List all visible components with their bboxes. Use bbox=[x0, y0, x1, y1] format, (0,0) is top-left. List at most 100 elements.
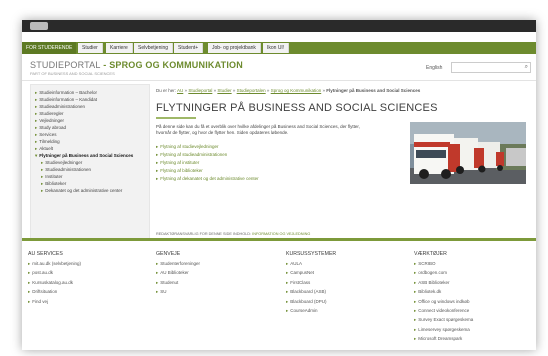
tab-selvbetjening[interactable]: Selvbetjening bbox=[134, 43, 174, 53]
top-bar bbox=[22, 20, 536, 32]
sidebar-item[interactable]: ▸ Studieregler bbox=[35, 111, 64, 117]
footer-link-label: FirstClass bbox=[290, 279, 311, 285]
bullet-icon: ▾ bbox=[35, 153, 38, 158]
bullet-icon: ▸ bbox=[41, 167, 44, 172]
footer-link[interactable]: ▸ Blackboard (ASB) bbox=[286, 289, 336, 295]
responsible-link[interactable]: INFORMATION OG VEJLEDNING bbox=[252, 232, 310, 236]
footer-link-label: Driftsituation bbox=[32, 289, 58, 295]
language-link[interactable]: English bbox=[426, 65, 442, 71]
sidebar-item[interactable]: ▸ Aktuelt bbox=[35, 146, 53, 152]
portal-name: SPROG OG KOMMUNIKATION bbox=[109, 60, 243, 70]
tab-job-og-projektbank[interactable]: Job- og projektbank bbox=[208, 43, 261, 53]
footer-link[interactable]: ▸ Blackboard (DPU) bbox=[286, 299, 336, 305]
bullet-icon: ▸ bbox=[28, 261, 31, 266]
bullet-icon: ▸ bbox=[156, 152, 159, 157]
bullet-icon: ▸ bbox=[28, 289, 31, 295]
sidebar-subitem[interactable]: ▸ Studieadministrationen bbox=[41, 167, 91, 173]
nav-section-label[interactable]: FOR STUDERENDE bbox=[22, 42, 77, 54]
footer-link[interactable]: ▸ CourseAdmin bbox=[286, 308, 336, 314]
footer-link[interactable]: ▸ FirstClass bbox=[286, 280, 336, 286]
search-input[interactable]: ⌕ bbox=[451, 62, 531, 73]
sidebar-item[interactable]: ▸ Vejledninger bbox=[35, 118, 64, 124]
footer-link[interactable]: ▸ post.au.dk bbox=[28, 270, 81, 276]
tab-karriere[interactable]: Karriere bbox=[106, 43, 133, 53]
portal-subtitle: PART OF BUSINESS AND SOCIAL SCIENCES bbox=[30, 71, 115, 76]
portal-prefix: STUDIEPORTAL bbox=[30, 60, 101, 70]
list-item-link[interactable]: ▸ Flytning af studievejledninger bbox=[156, 144, 219, 150]
footer-link-label: CampusNet bbox=[290, 270, 315, 276]
breadcrumb-link[interactable]: AU bbox=[177, 88, 183, 93]
sidebar-item-label: Study abroad bbox=[39, 125, 67, 130]
footer-link[interactable]: ▸ Bibliotek.dk bbox=[414, 289, 473, 295]
footer-column: GENVEJE ▸ Studenterforeninger ▸ AU Bibliot… bbox=[156, 251, 200, 299]
list-item-link[interactable]: ▸ Flytning af instituter bbox=[156, 160, 199, 166]
footer-link[interactable]: ▸ Driftsituation bbox=[28, 289, 81, 295]
sidebar-item[interactable]: ▸ Tilmelding bbox=[35, 139, 60, 145]
bullet-icon: ▸ bbox=[35, 90, 38, 95]
sidebar-item[interactable]: ▸ Studieadministrationen bbox=[35, 104, 85, 110]
sidebar-item[interactable]: ▸ Study abroad bbox=[35, 125, 66, 131]
footer-link[interactable]: ▸ Studenut bbox=[156, 280, 200, 286]
footer-link-label: ASB Biblioteker bbox=[418, 279, 450, 285]
link-label: Flytning af biblioteker bbox=[160, 168, 203, 173]
breadcrumb-link[interactable]: Sprog og Kommunikation bbox=[271, 88, 322, 93]
footer-link[interactable]: ▸ Studenterforeninger bbox=[156, 261, 200, 267]
list-item-link[interactable]: ▸ Flytning af studieadministrationen bbox=[156, 152, 227, 158]
tab-studier[interactable]: Studier bbox=[78, 43, 103, 53]
breadcrumb-link[interactable]: Studier bbox=[217, 88, 231, 93]
sidebar-item[interactable]: ▸ Studieinformation – Bachelor bbox=[35, 90, 97, 96]
bullet-icon: ▸ bbox=[286, 279, 289, 285]
main-content: Du er her: AU » Studieportal » Studier »… bbox=[156, 84, 528, 244]
magnifier-icon[interactable]: ⌕ bbox=[525, 64, 528, 71]
footer-link[interactable]: ▸ Find vej bbox=[28, 299, 81, 305]
sidebar-subitem[interactable]: ▸ Biblioteker bbox=[41, 181, 66, 187]
footer-link[interactable]: ▸ Survey Exact spørgeskema bbox=[414, 317, 473, 323]
footer-column: VÆRKTØJER ▸ SCRIBO ▸ ordbogen.com ▸ ASB Bib… bbox=[414, 251, 473, 346]
footer-link[interactable]: ▸ AULA bbox=[286, 261, 336, 267]
footer-link-label: Limeservey spørgeskema bbox=[418, 326, 470, 332]
footer-link[interactable]: ▸ SU bbox=[156, 289, 200, 295]
list-item-link[interactable]: ▸ Flytning af biblioteker bbox=[156, 168, 203, 174]
footer-heading: KURSUSSYSTEMER bbox=[286, 251, 337, 257]
footer-link[interactable]: ▸ Connect videokonference bbox=[414, 308, 473, 314]
footer-link[interactable]: ▸ ASB Biblioteker bbox=[414, 280, 473, 286]
sidebar-subitem[interactable]: ▸ Dekanatet og det administrative center bbox=[41, 188, 122, 194]
breadcrumb-link[interactable]: Studieportalen bbox=[237, 88, 266, 93]
footer-link[interactable]: ▸ ordbogen.com bbox=[414, 270, 473, 276]
breadcrumb-link[interactable]: Studieportal bbox=[188, 88, 212, 93]
link-label: Flytning af studievejledninger bbox=[160, 144, 219, 149]
footer-link[interactable]: ▸ Microsoft Dreamspark bbox=[414, 336, 473, 342]
footer-link[interactable]: ▸ SCRIBO bbox=[414, 261, 473, 267]
bullet-icon: ▸ bbox=[414, 298, 417, 304]
footer-link[interactable]: ▸ Kursuskatalog.au.dk bbox=[28, 280, 81, 286]
footer-link-label: Find vej bbox=[32, 298, 49, 304]
list-item-link[interactable]: ▸ Flytning af dekanatet og det administra… bbox=[156, 176, 259, 182]
footer-link[interactable]: ▸ mit.au.dk (selvbetjening) bbox=[28, 261, 81, 267]
footer-link[interactable]: ▸ AU Biblioteker bbox=[156, 270, 200, 276]
sidebar-item[interactable]: ▸ Studieinformation – Kandidat bbox=[35, 97, 97, 103]
sidebar-item-label: Studieadministrationen bbox=[39, 104, 86, 109]
au-logo-icon[interactable] bbox=[30, 22, 48, 30]
bullet-icon: ▸ bbox=[286, 298, 289, 304]
bullet-icon: ▸ bbox=[156, 144, 159, 149]
tab-ikon[interactable]: Ikon Ul! bbox=[263, 43, 289, 53]
main-navigation: FOR STUDERENDE Studier Karriere Selvbetj… bbox=[22, 42, 536, 54]
sidebar-subitem[interactable]: ▸ Instituter bbox=[41, 174, 63, 180]
footer-link[interactable]: ▸ Limeservey spørgeskema bbox=[414, 327, 473, 333]
bullet-icon: ▸ bbox=[28, 298, 31, 304]
portal-title[interactable]: STUDIEPORTAL - SPROG OG KOMMUNIKATION PA… bbox=[30, 60, 243, 76]
sidebar-subitem-label: Studievejledninger bbox=[45, 160, 83, 165]
bullet-icon: ▸ bbox=[414, 307, 417, 313]
footer-link[interactable]: ▸ Office og windows indkøb bbox=[414, 299, 473, 305]
sidebar-subitem[interactable]: ▸ Studievejledninger bbox=[41, 160, 82, 166]
tab-student-plus[interactable]: Student+ bbox=[174, 43, 204, 53]
footer-link-label: Microsoft Dreamspark bbox=[418, 336, 463, 342]
footer-link-label: SCRIBO bbox=[418, 261, 436, 266]
bullet-icon: ▸ bbox=[35, 104, 38, 109]
footer-link[interactable]: ▸ CampusNet bbox=[286, 270, 336, 276]
sidebar-item[interactable]: ▸ Services bbox=[35, 132, 57, 138]
sidebar-item-active[interactable]: ▾ Flytninger på Business and Social Scien… bbox=[35, 153, 133, 159]
moving-trucks-photo bbox=[410, 122, 526, 184]
bullet-icon: ▸ bbox=[414, 261, 417, 266]
bullet-icon: ▸ bbox=[286, 261, 289, 266]
